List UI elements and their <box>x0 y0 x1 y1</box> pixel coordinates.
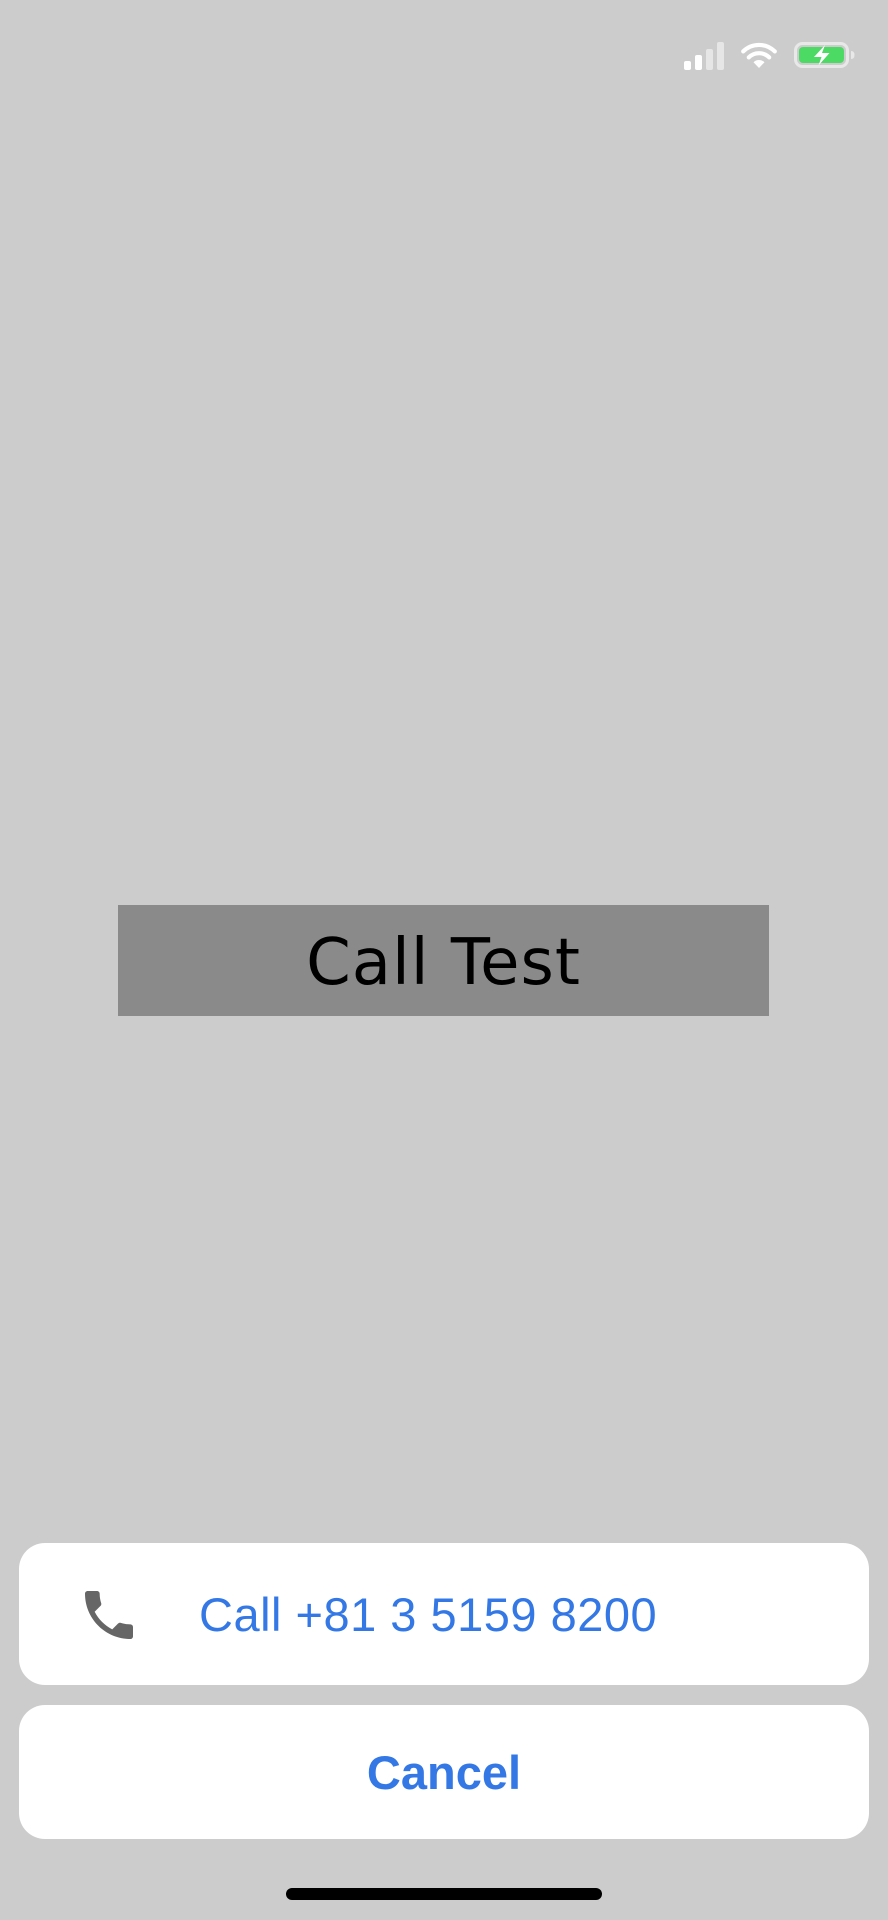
home-indicator[interactable] <box>286 1888 602 1900</box>
phone-icon <box>85 1591 133 1639</box>
call-test-button-label: Call Test <box>306 925 581 1000</box>
call-test-button[interactable]: Call Test <box>118 905 769 1016</box>
cancel-button[interactable]: Cancel <box>19 1705 869 1839</box>
wifi-icon <box>741 42 777 68</box>
status-bar <box>684 38 856 72</box>
battery-charging-icon <box>794 42 855 68</box>
call-number-label: Call +81 3 5159 8200 <box>199 1587 658 1641</box>
cancel-button-label: Cancel <box>366 1745 522 1799</box>
cellular-signal-icon <box>684 40 724 70</box>
call-number-option[interactable]: Call +81 3 5159 8200 <box>19 1543 869 1685</box>
